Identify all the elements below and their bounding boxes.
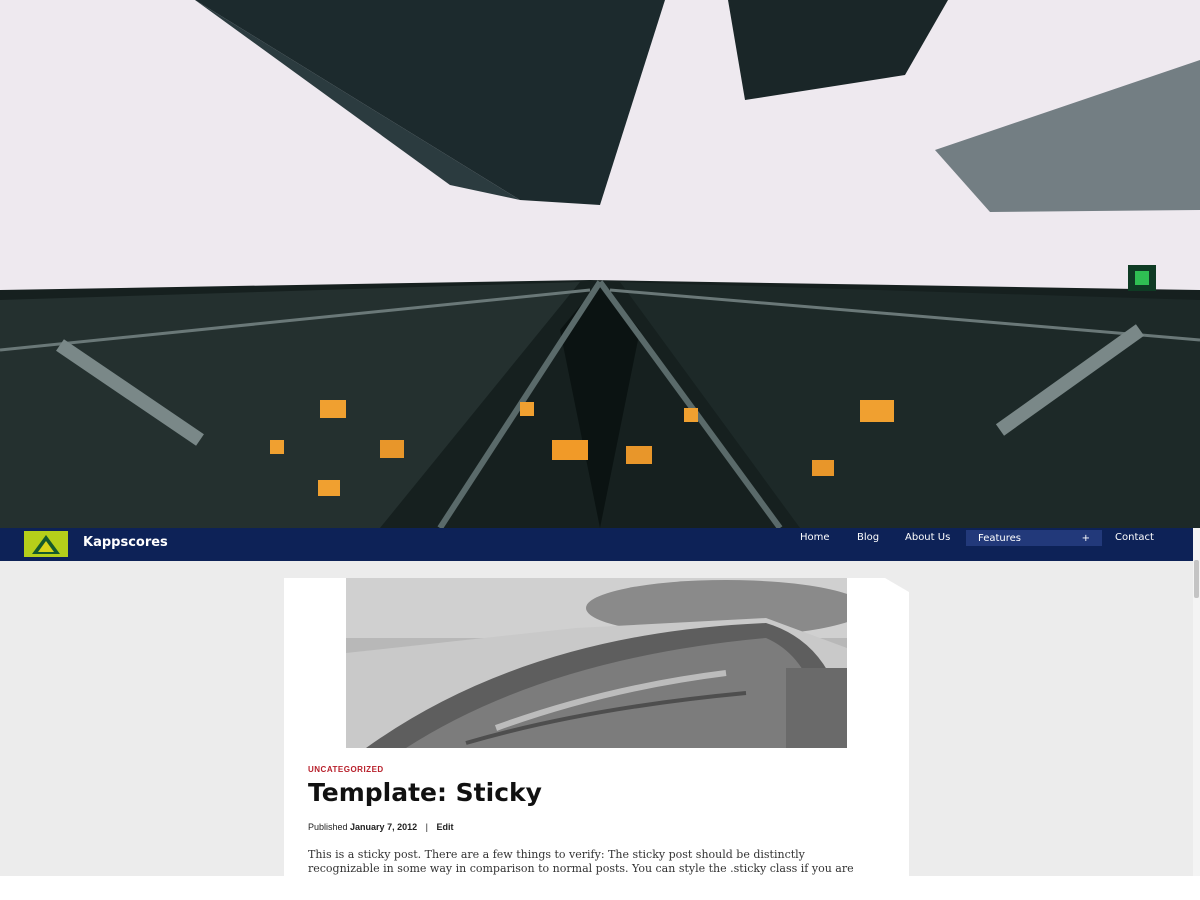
nav-item-contact[interactable]: Contact bbox=[1115, 528, 1154, 550]
nav-item-home[interactable]: Home bbox=[800, 528, 830, 550]
sticky-post-card: UNCATEGORIZED Template: Sticky Published… bbox=[284, 578, 909, 876]
meta-separator: | bbox=[425, 822, 428, 832]
triangle-logo-icon bbox=[32, 535, 60, 554]
main-navigation-bar: Kappscores Home Blog About Us Features +… bbox=[0, 528, 1193, 561]
post-date-link[interactable]: January 7, 2012 bbox=[350, 822, 417, 832]
site-title[interactable]: Kappscores bbox=[83, 528, 168, 561]
nav-item-features[interactable]: Features + bbox=[966, 530, 1102, 546]
post-meta: Published January 7, 2012 | Edit bbox=[308, 822, 453, 832]
published-label: Published bbox=[308, 822, 348, 832]
post-category-link[interactable]: UNCATEGORIZED bbox=[308, 765, 384, 774]
page-scrollbar[interactable] bbox=[1193, 528, 1200, 876]
site-logo[interactable] bbox=[24, 531, 68, 557]
viewport-bottom-edge bbox=[0, 876, 1200, 900]
post-title[interactable]: Template: Sticky bbox=[308, 778, 542, 807]
edit-post-link[interactable]: Edit bbox=[436, 822, 453, 832]
submenu-expand-icon[interactable]: + bbox=[1082, 530, 1090, 547]
scrollbar-thumb[interactable] bbox=[1194, 560, 1199, 598]
skyscraper-illustration bbox=[0, 0, 1200, 528]
featured-image-graphic bbox=[346, 578, 847, 748]
hero-header-image bbox=[0, 0, 1200, 528]
nav-item-features-label: Features bbox=[978, 533, 1021, 544]
post-excerpt: This is a sticky post. There are a few t… bbox=[308, 848, 854, 875]
nav-item-about-us[interactable]: About Us bbox=[905, 528, 950, 550]
post-featured-image[interactable] bbox=[346, 578, 847, 748]
nav-item-blog[interactable]: Blog bbox=[857, 528, 879, 550]
